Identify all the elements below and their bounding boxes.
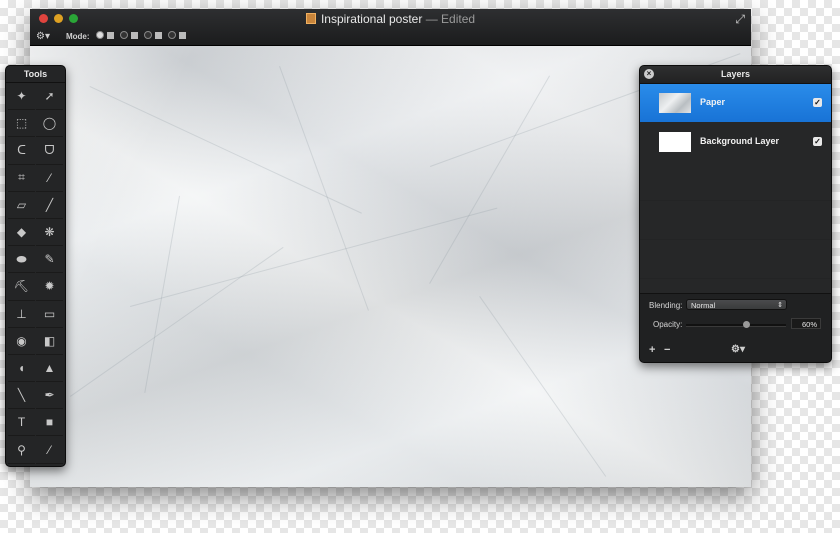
- layer-row-paper[interactable]: Paper ✓: [640, 84, 831, 122]
- layers-palette-header: × Layers: [640, 66, 831, 84]
- ellipse-select-icon[interactable]: ◯: [36, 110, 63, 138]
- polygon-lasso-icon[interactable]: ᗜ: [36, 137, 63, 165]
- layer-options-gear-icon[interactable]: ⚙▾: [731, 344, 745, 355]
- edited-status: — Edited: [425, 12, 476, 26]
- mode-intersect-option[interactable]: [167, 31, 186, 41]
- blending-mode-value: Normal: [691, 301, 716, 310]
- crop-icon[interactable]: ⌗: [8, 165, 35, 192]
- layers-palette: × Layers Paper ✓ Background Layer ✓ Blen…: [639, 65, 832, 363]
- opacity-slider[interactable]: [686, 321, 786, 328]
- blending-mode-select[interactable]: Normal ⇕: [686, 299, 787, 310]
- blur-icon[interactable]: ◖: [8, 355, 35, 383]
- opacity-slider-knob[interactable]: [743, 321, 750, 328]
- vector-pen-icon[interactable]: ✒: [36, 382, 63, 410]
- select-arrows-icon: ⇕: [777, 302, 783, 309]
- dodge-icon[interactable]: ▲: [36, 355, 63, 383]
- opacity-label: Opacity:: [653, 320, 683, 329]
- add-layer-button[interactable]: +: [649, 344, 655, 356]
- tools-palette-title: Tools: [6, 66, 65, 83]
- lasso-icon[interactable]: ᑕ: [8, 137, 35, 165]
- brush-icon[interactable]: ✎: [36, 246, 63, 274]
- blending-label: Blending:: [649, 301, 683, 310]
- remove-layer-button[interactable]: −: [664, 344, 670, 356]
- shape-icon[interactable]: ■: [36, 409, 63, 437]
- red-eye-icon[interactable]: ◉: [8, 328, 35, 355]
- gradient-icon[interactable]: ◧: [36, 328, 63, 355]
- sponge-icon[interactable]: ⬬: [8, 246, 35, 274]
- tool-grid: ✦ ➚ ⬚ ◯ ᑕ ᗜ ⌗ ⁄ ▱ ╱ ◆ ❋ ⬬ ✎ ⛏ ✹ ⊥ ▭ ◉ ◧ ◖ ▲ ╲ ✒ T ■ ⚲ ⁄: [8, 83, 63, 464]
- sharpen-icon[interactable]: ◆: [8, 219, 35, 247]
- color-picker-icon[interactable]: ⁄: [36, 436, 63, 464]
- text-icon[interactable]: T: [8, 409, 35, 437]
- eraser-icon[interactable]: ▱: [8, 192, 35, 219]
- rect-select-icon[interactable]: ⬚: [8, 110, 35, 138]
- layers-list-empty-area[interactable]: [640, 162, 831, 292]
- mode-add-option[interactable]: [119, 31, 138, 41]
- fullscreen-icon[interactable]: ⤢: [735, 12, 745, 27]
- mode-subtract-option[interactable]: [143, 31, 162, 41]
- document-title: Inspirational poster: [320, 12, 423, 26]
- gear-icon[interactable]: ⚙▾: [36, 31, 50, 42]
- layer-name: Paper: [700, 97, 726, 107]
- move-tool-icon[interactable]: ➚: [36, 83, 63, 111]
- zoom-icon[interactable]: ⚲: [8, 436, 35, 464]
- mode-replace-option[interactable]: [95, 31, 114, 41]
- title-bar: Inspirational poster — Edited ⤢ ⚙▾ Mode:: [30, 9, 751, 46]
- pencil-icon[interactable]: ╱: [36, 192, 63, 219]
- layer-row-background[interactable]: Background Layer ✓: [640, 123, 831, 161]
- opacity-value-field[interactable]: 60%: [791, 318, 821, 329]
- pen-icon[interactable]: ╲: [8, 382, 35, 410]
- stamp-icon[interactable]: ⊥: [8, 301, 35, 328]
- layer-thumbnail: [659, 132, 691, 152]
- tools-palette: Tools ✦ ➚ ⬚ ◯ ᑕ ᗜ ⌗ ⁄ ▱ ╱ ◆ ❋ ⬬ ✎ ⛏ ✹ ⊥ ▭ ◉ ◧ ◖ ▲ ╲ ✒ T ■ ⚲ ⁄: [5, 65, 66, 467]
- magic-wand-icon[interactable]: ✦: [8, 83, 35, 111]
- burn-icon[interactable]: ✹: [36, 273, 63, 301]
- layer-properties: Blending: Normal ⇕ Opacity: 60% + − ⚙▾: [640, 293, 831, 362]
- layer-name: Background Layer: [700, 136, 780, 146]
- paint-bucket-icon[interactable]: ⛏: [8, 273, 35, 301]
- tool-options-bar: ⚙▾ Mode:: [36, 29, 186, 43]
- window-title: Inspirational poster — Edited: [30, 12, 751, 26]
- document-icon: [305, 13, 316, 24]
- layer-thumbnail: [659, 93, 691, 113]
- layer-visibility-checkbox[interactable]: ✓: [813, 137, 822, 146]
- eyedropper-icon[interactable]: ⁄: [36, 165, 63, 192]
- mode-label: Mode:: [65, 31, 90, 41]
- smudge-icon[interactable]: ❋: [36, 219, 63, 247]
- layers-palette-title: Layers: [720, 69, 751, 79]
- layer-visibility-checkbox[interactable]: ✓: [813, 98, 822, 107]
- heal-icon[interactable]: ▭: [36, 301, 63, 328]
